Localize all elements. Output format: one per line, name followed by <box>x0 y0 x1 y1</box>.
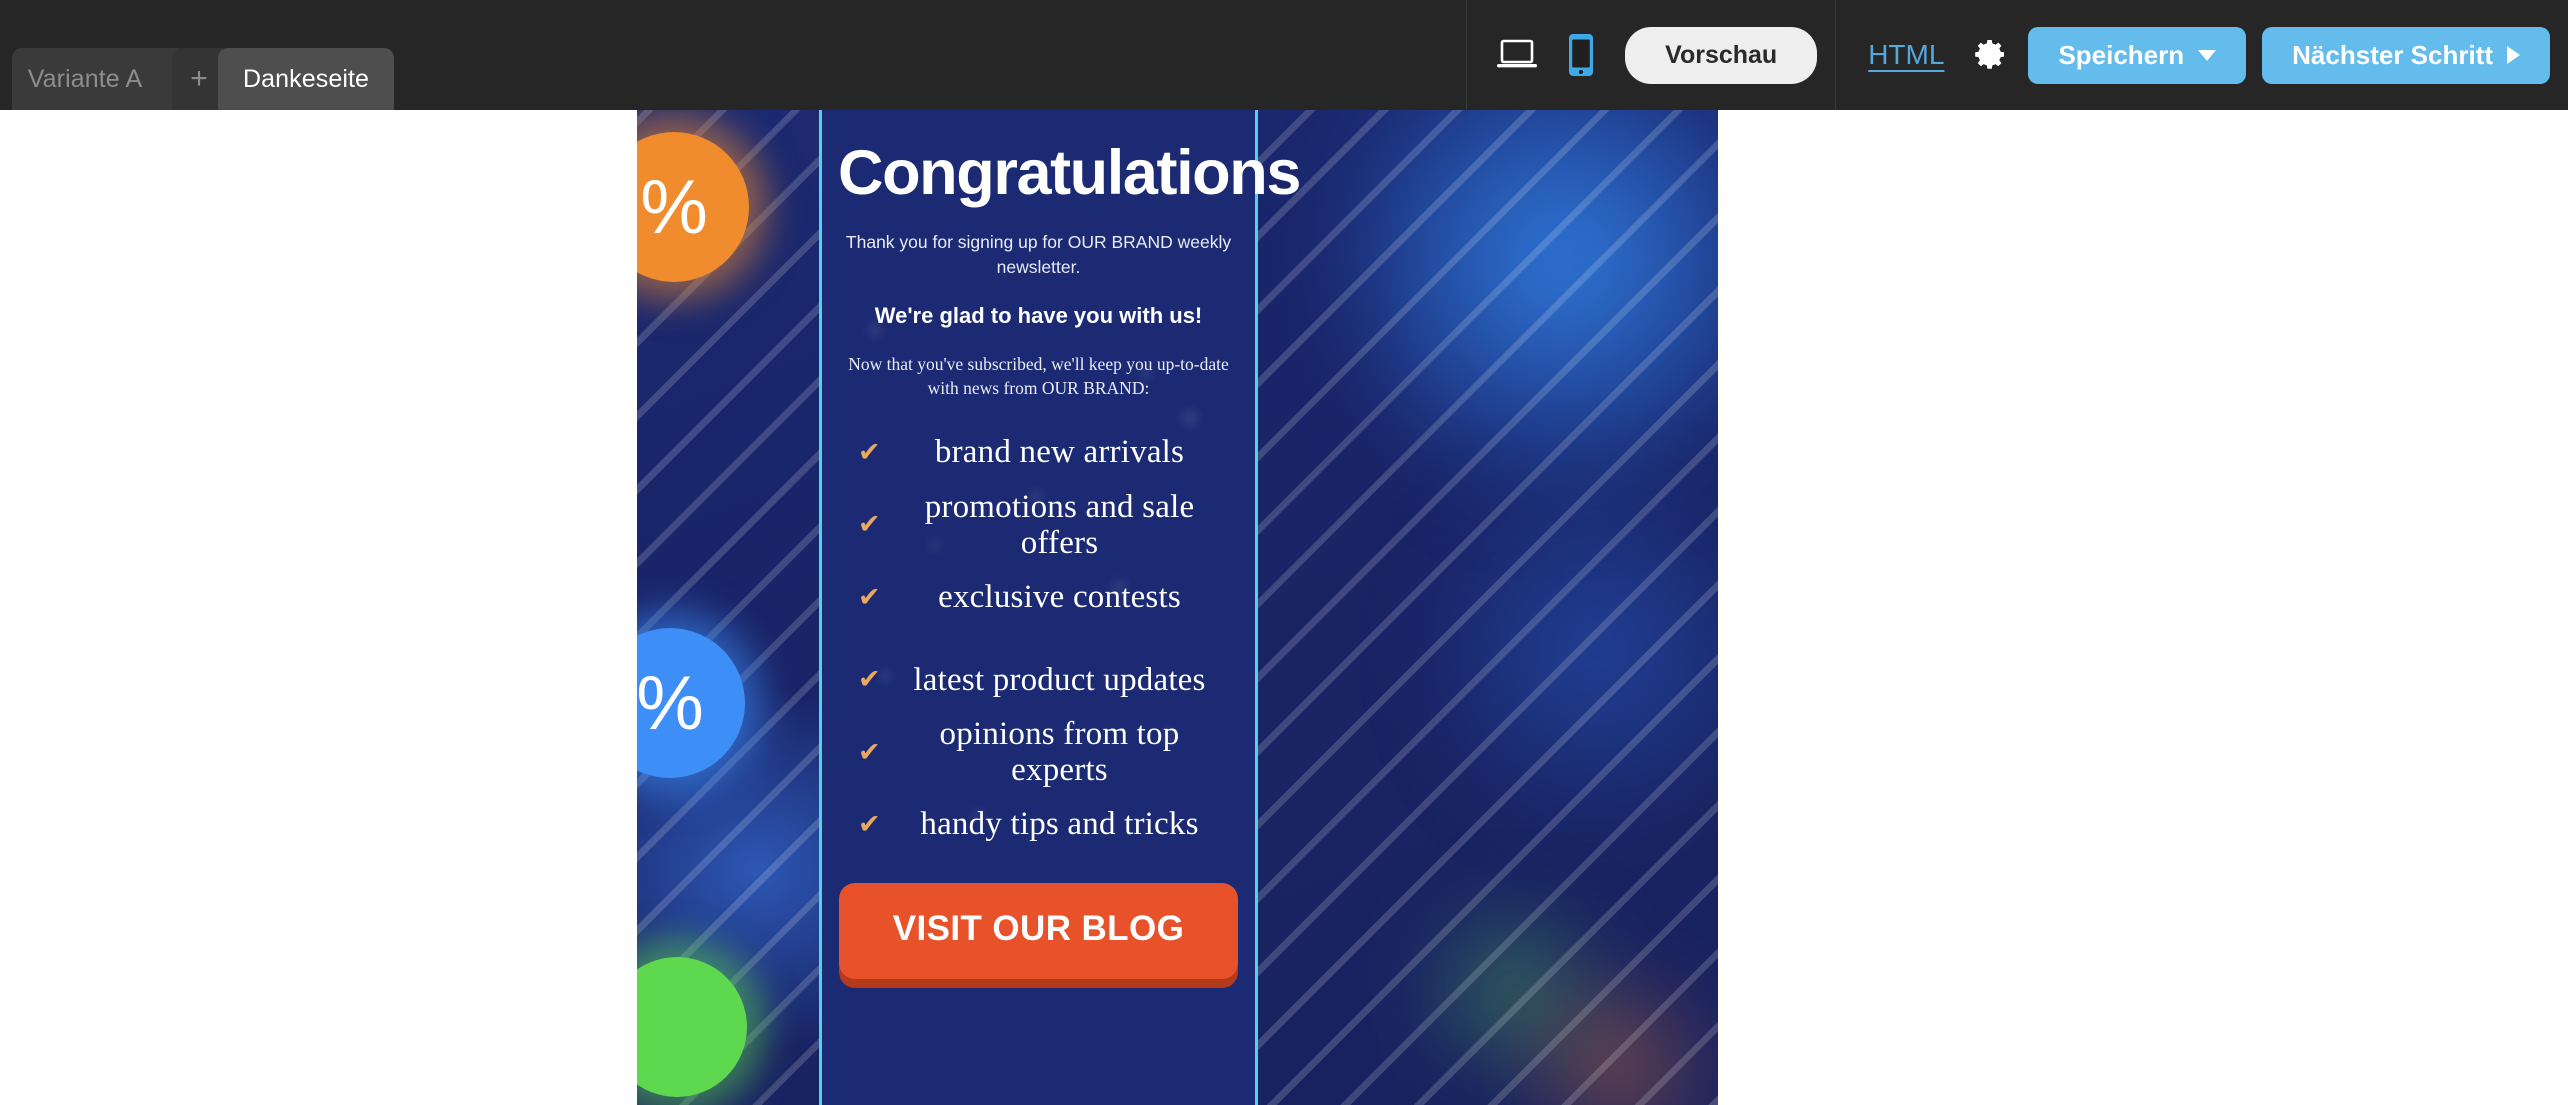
tab-variante-a[interactable]: Variante A <box>12 48 188 110</box>
chevron-down-icon <box>2198 49 2217 61</box>
list-item-label: brand new arrivals <box>934 434 1185 471</box>
check-icon: ✔ <box>858 581 881 612</box>
list-item-label: handy tips and tricks <box>920 806 1199 843</box>
laptop-icon[interactable] <box>1485 23 1549 87</box>
page-preview-canvas[interactable]: % % Congratulations Thank you for signin… <box>637 110 1718 1105</box>
preview-button[interactable]: Vorschau <box>1625 26 1818 84</box>
check-icon: ✔ <box>858 437 881 468</box>
list-item-label: opinions from top experts <box>939 715 1180 789</box>
save-button[interactable]: Speichern <box>2028 26 2247 84</box>
html-link[interactable]: HTML <box>1868 39 1944 71</box>
tab-add-label: + <box>190 62 208 95</box>
device-switcher: Vorschau <box>1467 0 1835 110</box>
editor-toolbar: Variante A + Dankeseite Vorschau HTML Sp… <box>0 0 2568 110</box>
tab-variante-a-label: Variante A <box>27 64 143 93</box>
list-item: ✔ exclusive contests <box>838 579 1239 615</box>
list-item: ✔ opinions from top experts <box>838 716 1239 789</box>
preview-button-label: Vorschau <box>1665 40 1778 69</box>
list-item: ✔ promotions and sale offers <box>838 489 1239 562</box>
glad-message: We're glad to have you with us! <box>874 303 1203 329</box>
gear-icon[interactable] <box>1966 33 2010 77</box>
list-item: ✔ brand new arrivals <box>838 434 1239 470</box>
percent-symbol-blue: % <box>637 660 704 746</box>
mobile-icon[interactable] <box>1549 23 1613 87</box>
benefits-list-secondary: ✔ latest product updates ✔ opinions from… <box>838 662 1239 843</box>
percent-symbol-orange: % <box>640 164 708 250</box>
check-icon: ✔ <box>858 509 881 540</box>
page-title: Congratulations <box>838 138 1301 208</box>
list-item-label: exclusive contests <box>938 579 1181 616</box>
chevron-right-icon <box>2507 46 2520 64</box>
check-icon: ✔ <box>858 736 881 767</box>
toolbar-right-controls: Vorschau HTML Speichern Nächster Schritt <box>1466 0 2568 110</box>
variant-tab-strip: Variante A + Dankeseite <box>0 0 394 110</box>
list-item-label: promotions and sale offers <box>924 488 1195 561</box>
check-icon: ✔ <box>858 664 881 695</box>
next-step-button[interactable]: Nächster Schritt <box>2262 26 2550 84</box>
list-item-label: latest product updates <box>913 661 1206 698</box>
save-button-label: Speichern <box>2058 39 2185 70</box>
check-icon: ✔ <box>858 809 881 840</box>
list-item: ✔ latest product updates <box>838 662 1239 698</box>
next-step-button-label: Nächster Schritt <box>2292 39 2493 70</box>
tab-dankeseite[interactable]: Dankeseite <box>218 48 394 110</box>
page-subtitle: Thank you for signing up for OUR BRAND w… <box>845 232 1232 277</box>
thank-you-content: Congratulations Thank you for signing up… <box>822 138 1301 979</box>
page-content-column: Congratulations Thank you for signing up… <box>819 110 1301 1105</box>
intro-paragraph: Now that you've subscribed, we'll keep y… <box>848 354 1229 398</box>
list-item: ✔ handy tips and tricks <box>838 806 1239 842</box>
benefits-list-primary: ✔ brand new arrivals ✔ promotions and sa… <box>838 434 1239 615</box>
visit-blog-button[interactable]: VISIT OUR BLOG <box>838 882 1239 979</box>
cta-container: VISIT OUR BLOG <box>838 882 1239 979</box>
tab-dankeseite-label: Dankeseite <box>242 64 370 93</box>
toolbar-actions: HTML Speichern Nächster Schritt <box>1836 0 2568 110</box>
